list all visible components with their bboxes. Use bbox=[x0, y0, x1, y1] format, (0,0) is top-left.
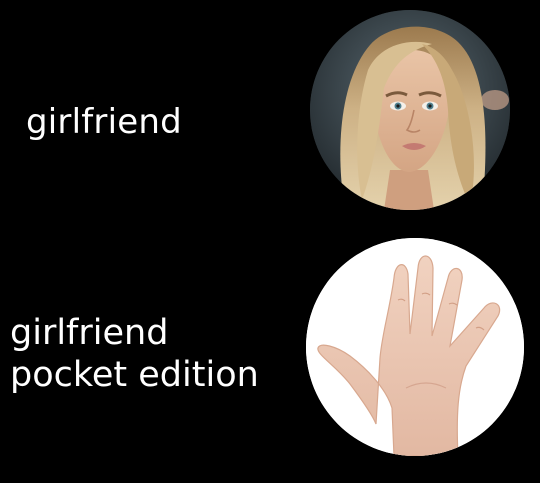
top-caption: girlfriend bbox=[26, 102, 182, 142]
bottom-caption-line-1: girlfriend bbox=[10, 313, 169, 353]
bottom-caption-line-2: pocket edition bbox=[10, 355, 259, 395]
woman-portrait-illustration bbox=[310, 10, 510, 210]
bottom-caption: girlfriend pocket edition bbox=[10, 312, 259, 396]
woman-portrait-image bbox=[310, 10, 510, 210]
open-hand-illustration bbox=[306, 238, 524, 456]
meme-canvas: girlfriend girlfriend pocket edition bbox=[0, 0, 540, 483]
open-hand-image bbox=[306, 238, 524, 456]
